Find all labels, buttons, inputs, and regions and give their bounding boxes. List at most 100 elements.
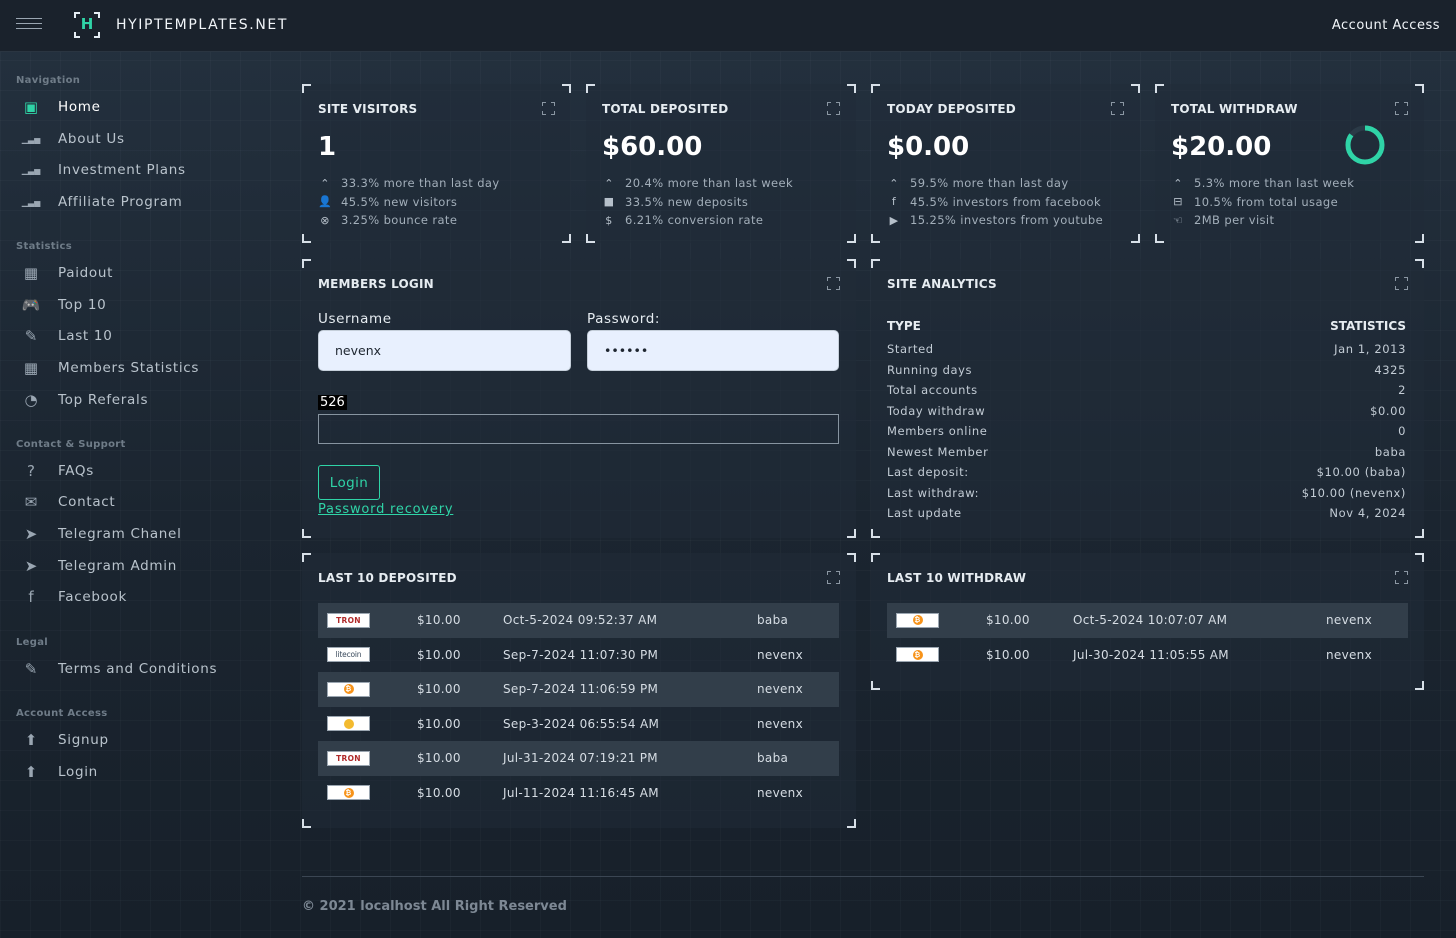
sidebar-item-contact[interactable]: ✉ Contact bbox=[20, 490, 260, 514]
sidebar-item-telegram-admin[interactable]: ➤ Telegram Admin bbox=[20, 554, 260, 578]
analytics-value: 0 bbox=[1398, 424, 1406, 439]
chevron-up-icon: ⌃ bbox=[889, 176, 899, 190]
members-login-panel: MEMBERS LOGIN Username nevenx Password: … bbox=[302, 259, 856, 538]
last-withdraw-panel: LAST 10 WITHDRAW ₿ $10.00 Oct-5-2024 10:07… bbox=[871, 553, 1424, 690]
analytics-row: Running days 4325 bbox=[887, 360, 1406, 381]
site-analytics-panel: SITE ANALYTICS TYPE STATISTICS Started Ja… bbox=[871, 259, 1424, 538]
analytics-key: Today withdraw bbox=[887, 403, 986, 418]
coin-mark: ₿ bbox=[343, 684, 354, 695]
stat-value: $0.00 bbox=[887, 132, 970, 162]
stat-value: 1 bbox=[318, 132, 337, 162]
sidebar-item-top-10[interactable]: 🎮 Top 10 bbox=[20, 293, 260, 317]
date-cell: Jul-11-2024 11:16:45 AM bbox=[503, 785, 659, 800]
amount-cell: $10.00 bbox=[986, 613, 1030, 628]
user-cell: nevenx bbox=[757, 716, 803, 731]
table-row: ₿ $10.00 Sep-7-2024 11:06:59 PM nevenx bbox=[318, 672, 839, 707]
table-row: TRON $10.00 Oct-5-2024 09:52:37 AM baba bbox=[318, 603, 839, 638]
analytics-value: 2 bbox=[1398, 383, 1406, 398]
captcha-input[interactable] bbox=[318, 414, 839, 444]
sidebar-item-facebook[interactable]: f Facebook bbox=[20, 585, 260, 609]
user-icon: 👤 bbox=[318, 195, 333, 209]
account-access-link[interactable]: Account Access bbox=[1332, 18, 1440, 33]
arrow-up-circle-icon: ⬆ bbox=[24, 763, 38, 781]
sidebar-item-label: Telegram Chanel bbox=[58, 526, 182, 542]
mail-icon: ✉ bbox=[24, 493, 38, 511]
expand-icon[interactable] bbox=[1111, 102, 1124, 115]
sidebar-item-terms-and-conditions[interactable]: ✎ Terms and Conditions bbox=[20, 657, 260, 681]
captcha-image: 526 bbox=[318, 395, 347, 410]
analytics-row: Total accounts 2 bbox=[887, 380, 1406, 401]
stat-details: ⌃ 59.5% more than last day f 45.5% investor… bbox=[887, 174, 1103, 230]
stat-line-text: 15.25% investors from youtube bbox=[910, 213, 1104, 228]
brand-name[interactable]: HYIPTEMPLATES.NET bbox=[116, 17, 288, 33]
drive-icon: ⊟ bbox=[1173, 195, 1183, 209]
expand-icon[interactable] bbox=[1395, 102, 1408, 115]
user-cell: nevenx bbox=[757, 785, 803, 800]
analytics-value: $10.00 (nevenx) bbox=[1301, 485, 1406, 500]
col-statistics: STATISTICS bbox=[1330, 319, 1406, 333]
username-input[interactable]: nevenx bbox=[318, 330, 571, 371]
analytics-key: Newest Member bbox=[887, 444, 989, 459]
hand-icon: ☜ bbox=[1172, 213, 1184, 227]
sidebar-item-label: Affiliate Program bbox=[58, 194, 183, 210]
analytics-key: Total accounts bbox=[887, 383, 978, 398]
date-cell: Sep-7-2024 11:06:59 PM bbox=[503, 682, 659, 697]
sidebar-item-last-10[interactable]: ✎ Last 10 bbox=[20, 324, 260, 348]
amount-cell: $10.00 bbox=[417, 613, 461, 628]
sidebar-item-paidout[interactable]: ▦ Paidout bbox=[20, 261, 260, 285]
stat-line-text: 2MB per visit bbox=[1194, 213, 1275, 228]
pen-icon: ✎ bbox=[24, 660, 38, 678]
sidebar-item-investment-plans[interactable]: ▁▃▅ Investment Plans bbox=[20, 158, 260, 182]
user-cell: baba bbox=[757, 751, 789, 766]
login-button[interactable]: Login bbox=[318, 465, 380, 500]
table-row: TRON $10.00 Jul-31-2024 07:19:21 PM baba bbox=[318, 741, 839, 776]
password-input[interactable]: •••••• bbox=[587, 330, 839, 371]
sidebar-item-label: About Us bbox=[58, 131, 125, 147]
expand-icon[interactable] bbox=[1395, 277, 1408, 290]
expand-icon[interactable] bbox=[827, 102, 840, 115]
stat-title: SITE VISITORS bbox=[318, 102, 418, 116]
sidebar-section-title: Account Access bbox=[16, 708, 108, 719]
stat-line: ☜ 2MB per visit bbox=[1171, 211, 1354, 230]
hamburger-menu-icon[interactable] bbox=[16, 18, 42, 34]
panel-title: LAST 10 WITHDRAW bbox=[887, 571, 1027, 585]
expand-icon[interactable] bbox=[542, 102, 555, 115]
sidebar-item-login[interactable]: ⬆ Login bbox=[20, 760, 260, 784]
sidebar-item-top-referals[interactable]: ◔ Top Referals bbox=[20, 388, 260, 412]
analytics-value: Jan 1, 2013 bbox=[1334, 342, 1406, 357]
send-icon: ➤ bbox=[24, 557, 38, 575]
analytics-row: Today withdraw $0.00 bbox=[887, 401, 1406, 422]
bitcoin-icon: ₿ bbox=[896, 612, 939, 628]
sidebar-item-about-us[interactable]: ▁▃▅ About Us bbox=[20, 127, 260, 151]
sidebar-item-affiliate-program[interactable]: ▁▃▅ Affiliate Program bbox=[20, 190, 260, 214]
expand-icon[interactable] bbox=[827, 571, 840, 584]
stat-line-text: 33.3% more than last day bbox=[341, 176, 500, 191]
youtube-icon: ▶ bbox=[889, 213, 899, 227]
pie-chart-icon: ◔ bbox=[24, 391, 38, 409]
logo-icon[interactable]: H bbox=[74, 12, 100, 38]
expand-icon[interactable] bbox=[827, 277, 840, 290]
sidebar-item-signup[interactable]: ⬆ Signup bbox=[20, 728, 260, 752]
password-recovery-link[interactable]: Password recovery bbox=[318, 502, 453, 517]
user-cell: nevenx bbox=[1326, 613, 1372, 628]
sidebar-item-home[interactable]: ▣ Home bbox=[20, 95, 260, 119]
amount-cell: $10.00 bbox=[417, 647, 461, 662]
date-cell: Sep-7-2024 11:07:30 PM bbox=[503, 647, 659, 662]
sidebar-item-faqs[interactable]: ? FAQs bbox=[20, 459, 260, 483]
date-cell: Oct-5-2024 09:52:37 AM bbox=[503, 613, 658, 628]
sidebar-item-members-statistics[interactable]: ▦ Members Statistics bbox=[20, 356, 260, 380]
stat-line: f 45.5% investors from facebook bbox=[887, 193, 1103, 212]
stat-line: ▶ 15.25% investors from youtube bbox=[887, 211, 1103, 230]
analytics-row: Last deposit: $10.00 (baba) bbox=[887, 462, 1406, 483]
expand-icon[interactable] bbox=[1395, 571, 1408, 584]
analytics-value: 4325 bbox=[1374, 362, 1406, 377]
table-row: ₿ $10.00 Jul-30-2024 11:05:55 AM nevenx bbox=[887, 638, 1408, 673]
sidebar-item-label: Telegram Admin bbox=[58, 558, 177, 574]
sidebar-item-telegram-chanel[interactable]: ➤ Telegram Chanel bbox=[20, 522, 260, 546]
stat-line: ■ 33.5% new deposits bbox=[602, 193, 793, 212]
sidebar-item-label: FAQs bbox=[58, 463, 94, 479]
withdraw-progress-donut bbox=[1345, 125, 1385, 165]
sidebar-item-label: Investment Plans bbox=[58, 162, 186, 178]
sidebar-item-label: Top 10 bbox=[58, 297, 107, 313]
analytics-key: Running days bbox=[887, 362, 973, 377]
